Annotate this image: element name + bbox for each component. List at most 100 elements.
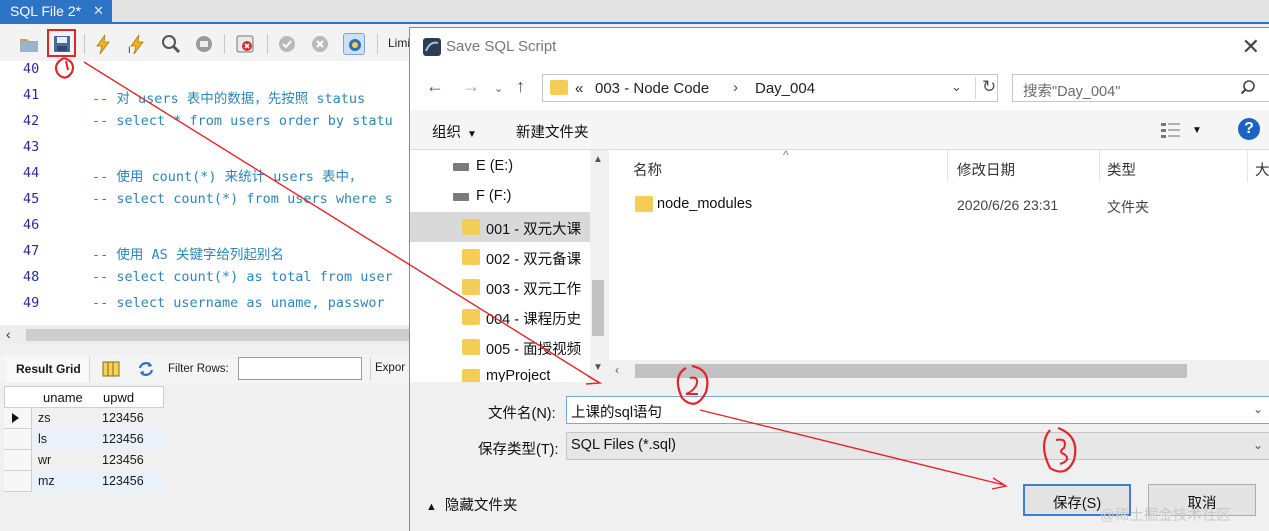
column-header-name[interactable]: 名称	[633, 159, 662, 180]
stop-icon[interactable]	[193, 33, 215, 55]
row-selector[interactable]	[4, 429, 32, 450]
close-icon[interactable]: ✕	[1242, 34, 1260, 60]
code-line[interactable]: 48 -- select count(*) as total from user	[0, 269, 410, 295]
list-horizontal-scrollbar[interactable]: ‹	[609, 360, 1269, 382]
organize-label: 组织	[432, 125, 461, 141]
sql-editor[interactable]: 40 41 -- 对 users 表中的数据，先按照 status 42 -- sele…	[0, 61, 410, 325]
column-header-modified[interactable]: 修改日期	[957, 159, 1015, 180]
cell-upwd[interactable]: 123456	[98, 429, 164, 450]
column-header-size[interactable]: 大	[1255, 159, 1269, 180]
code-line[interactable]: 43	[0, 139, 410, 165]
table-row[interactable]: zs 123456	[4, 408, 164, 429]
filter-rows-input[interactable]	[238, 357, 362, 380]
column-header-upwd[interactable]: upwd	[103, 390, 134, 405]
view-caret-icon[interactable]: ▼	[1192, 125, 1202, 136]
export-button[interactable]: Expor	[370, 357, 405, 380]
table-row[interactable]: wr 123456	[4, 450, 164, 471]
scroll-down-icon[interactable]: ▼	[593, 362, 603, 373]
cell-upwd[interactable]: 123456	[98, 471, 164, 492]
tree-item[interactable]: 001 - 双元大课	[410, 212, 590, 242]
filetype-label: 保存类型(T):	[478, 442, 559, 458]
scroll-left-icon[interactable]: ‹	[615, 363, 619, 377]
scroll-thumb[interactable]	[26, 329, 410, 341]
column-header-type[interactable]: 类型	[1107, 159, 1136, 180]
recent-locations-icon[interactable]: ⌄	[494, 82, 503, 95]
tree-item[interactable]: 002 - 双元备课	[410, 242, 590, 272]
breadcrumb-day-004[interactable]: Day_004	[755, 80, 815, 97]
organize-menu[interactable]: 组织 ▼	[432, 121, 477, 142]
scroll-thumb[interactable]	[635, 364, 1187, 378]
up-folder-icon[interactable]: ↑	[516, 76, 525, 97]
breadcrumb-node-code[interactable]: 003 - Node Code	[595, 80, 709, 97]
view-options-icon[interactable]	[1160, 120, 1182, 140]
search-icon[interactable]	[1239, 79, 1257, 97]
form-editor-icon[interactable]	[102, 360, 120, 378]
autocommit-icon[interactable]	[343, 33, 365, 55]
code-line[interactable]: 47 -- 使用 AS 关键字给列起别名	[0, 243, 410, 269]
cell-uname[interactable]: ls	[32, 429, 98, 450]
code-line[interactable]: 40	[0, 61, 410, 87]
filetype-select[interactable]: SQL Files (*.sql) ⌄	[566, 432, 1269, 460]
tree-item-label: F (F:)	[476, 188, 512, 204]
code-line[interactable]: 49 -- select username as uname, passwor	[0, 295, 410, 321]
tree-item[interactable]: E (E:)	[410, 152, 590, 182]
row-selector[interactable]	[4, 450, 32, 471]
scroll-thumb[interactable]	[592, 280, 604, 336]
code-text: -- select count(*) as total from user	[92, 269, 393, 285]
forward-arrow-icon[interactable]: →	[462, 76, 480, 97]
hide-folders-toggle[interactable]: ▲ 隐藏文件夹	[426, 494, 517, 515]
tree-item[interactable]: 003 - 双元工作	[410, 272, 590, 302]
table-row[interactable]: ls 123456	[4, 429, 164, 450]
command-bar: 组织 ▼ 新建文件夹 ▼ ?	[410, 110, 1269, 150]
scroll-left-icon[interactable]: ‹	[6, 326, 11, 342]
line-number: 40	[23, 61, 40, 77]
table-row[interactable]: mz 123456	[4, 471, 164, 492]
cell-uname[interactable]: zs	[32, 408, 98, 429]
code-line[interactable]: 46	[0, 217, 410, 243]
rollback-icon[interactable]	[309, 33, 331, 55]
cell-upwd[interactable]: 123456	[98, 450, 164, 471]
column-header-uname[interactable]: uname	[43, 390, 83, 405]
tree-item[interactable]: 004 - 课程历史	[410, 302, 590, 332]
tree-vertical-scrollbar[interactable]: ▲ ▼	[590, 150, 606, 382]
editor-tab[interactable]: SQL File 2* ✕	[0, 0, 112, 22]
chevron-down-icon[interactable]: ⌄	[1253, 402, 1263, 416]
dialog-title-bar: Save SQL Script ✕	[410, 28, 1269, 66]
file-row[interactable]: node_modules 2020/6/26 23:31 文件夹	[609, 190, 1269, 220]
tree-item[interactable]: myProject	[410, 362, 590, 382]
breadcrumb-overflow[interactable]: «	[575, 80, 583, 97]
back-arrow-icon[interactable]: ←	[426, 76, 444, 97]
close-icon[interactable]: ✕	[93, 3, 104, 19]
refresh-icon[interactable]	[137, 360, 155, 378]
explain-icon[interactable]	[160, 33, 182, 55]
help-icon[interactable]: ?	[1238, 118, 1260, 140]
chevron-down-icon[interactable]: ⌄	[1253, 438, 1263, 452]
tree-item[interactable]: 005 - 面授视频	[410, 332, 590, 362]
execute-icon[interactable]	[92, 33, 114, 55]
cell-upwd[interactable]: 123456	[98, 408, 164, 429]
cell-uname[interactable]: wr	[32, 450, 98, 471]
code-line[interactable]: 45 -- select count(*) from users where s	[0, 191, 410, 217]
editor-horizontal-scrollbar[interactable]: ‹	[0, 325, 410, 345]
row-selector[interactable]	[4, 471, 32, 492]
file-modified: 2020/6/26 23:31	[957, 197, 1059, 213]
refresh-icon[interactable]: ↻	[975, 77, 996, 99]
code-line[interactable]: 44 -- 使用 count(*) 来统计 users 表中，	[0, 165, 410, 191]
scroll-up-icon[interactable]: ▲	[593, 154, 603, 165]
cell-uname[interactable]: mz	[32, 471, 98, 492]
open-file-icon[interactable]	[18, 33, 40, 55]
commit-icon[interactable]	[276, 33, 298, 55]
code-line[interactable]: 42 -- select * from users order by statu	[0, 113, 410, 139]
result-grid-tab[interactable]: Result Grid	[6, 356, 90, 382]
row-selector[interactable]	[4, 408, 32, 429]
chevron-down-icon[interactable]: ⌄	[951, 79, 962, 95]
tree-item[interactable]: F (F:)	[410, 182, 590, 212]
new-folder-button[interactable]: 新建文件夹	[516, 121, 589, 142]
code-line[interactable]: 41 -- 对 users 表中的数据，先按照 status	[0, 87, 410, 113]
execute-current-icon[interactable]: I	[126, 33, 148, 55]
code-text: -- 使用 AS 关键字给列起别名	[92, 247, 284, 263]
filename-input[interactable]: 上课的sql语句 ⌄	[566, 396, 1269, 424]
search-box[interactable]: 搜索"Day_004"	[1012, 74, 1269, 102]
toggle-error-icon[interactable]	[234, 33, 256, 55]
address-bar[interactable]: « 003 - Node Code › Day_004 ⌄ ↻	[542, 74, 998, 102]
